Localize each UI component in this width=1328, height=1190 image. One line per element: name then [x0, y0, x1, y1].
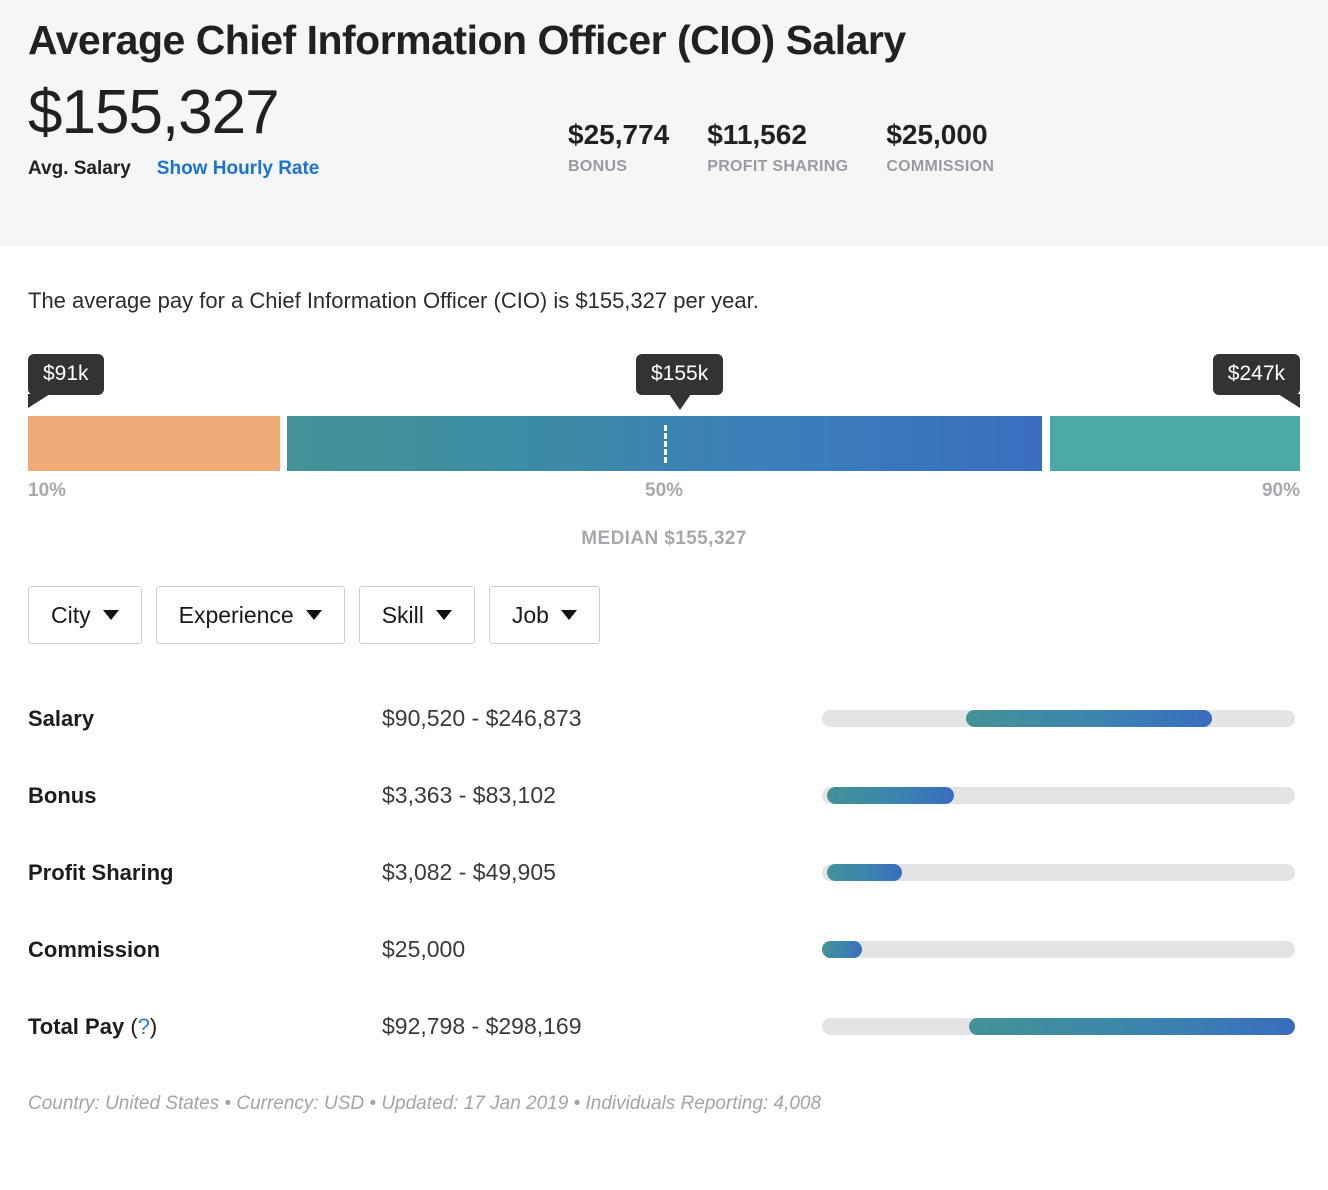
chevron-down-icon — [102, 610, 119, 620]
chevron-down-icon — [305, 610, 322, 620]
range-segment-low — [28, 416, 280, 471]
range-segment-high — [1050, 416, 1300, 471]
stat-bonus-value: $25,774 — [568, 119, 670, 150]
bar-track — [822, 1018, 1295, 1035]
table-row: Profit Sharing $3,082 - $49,905 — [28, 834, 1300, 911]
stat-bonus: $25,774 BONUS — [568, 118, 669, 176]
show-hourly-rate-link[interactable]: Show Hourly Rate — [157, 158, 320, 180]
row-value-commission: $25,000 — [382, 936, 466, 962]
row-label-total-pay-text: Total Pay — [28, 1013, 125, 1039]
median-marker — [664, 425, 667, 463]
bar-track — [822, 710, 1295, 727]
filter-city-label: City — [51, 601, 91, 628]
row-bar-profit-sharing — [822, 864, 1300, 881]
bar-fill — [822, 941, 863, 958]
filter-experience-button[interactable]: Experience — [155, 586, 345, 644]
chevron-down-icon — [560, 610, 577, 620]
bar-fill — [966, 710, 1213, 727]
tooltip-90th-percentile: $247k — [1212, 354, 1301, 408]
stat-commission-value: $25,000 — [886, 119, 988, 150]
main-content: The average pay for a Chief Information … — [0, 246, 1328, 1115]
bar-fill — [826, 787, 955, 804]
intro-text: The average pay for a Chief Information … — [28, 288, 759, 313]
page-title: Average Chief Information Officer (CIO) … — [28, 17, 906, 63]
median-caption: MEDIAN $155,327 — [581, 528, 747, 549]
compensation-breakdown-table: Salary $90,520 - $246,873 Bonus $3,363 -… — [28, 680, 1300, 1065]
row-bar-total-pay — [822, 1018, 1300, 1035]
footnote-meta: Country: United States • Currency: USD •… — [28, 1093, 822, 1114]
stat-commission-label: COMMISSION — [886, 158, 995, 175]
row-value-salary: $90,520 - $246,873 — [382, 705, 582, 731]
stat-profit-sharing-label: PROFIT SHARING — [707, 158, 849, 175]
row-label-commission: Commission — [28, 936, 161, 962]
filter-skill-button[interactable]: Skill — [358, 586, 475, 644]
row-bar-salary — [822, 710, 1300, 727]
row-value-bonus: $3,363 - $83,102 — [382, 782, 556, 808]
axis-label-10: 10% — [28, 480, 67, 501]
stat-profit-sharing: $11,562 PROFIT SHARING — [707, 118, 848, 176]
filter-job-label: Job — [511, 601, 549, 628]
range-tooltips: $91k $155k $247k — [28, 354, 1301, 412]
table-row: Bonus $3,363 - $83,102 — [28, 757, 1300, 834]
filter-city-button[interactable]: City — [28, 586, 142, 644]
bar-track — [822, 864, 1295, 881]
bar-track — [822, 787, 1295, 804]
header-stats-row: $25,774 BONUS $11,562 PROFIT SHARING $25… — [568, 118, 994, 180]
stat-profit-sharing-value: $11,562 — [707, 119, 807, 150]
stat-commission: $25,000 COMMISSION — [886, 118, 994, 176]
stat-bonus-label: BONUS — [568, 158, 628, 175]
row-bar-bonus — [822, 787, 1300, 804]
table-row: Total Pay (?) $92,798 - $298,169 — [28, 988, 1300, 1065]
average-salary-label: Avg. Salary — [28, 158, 131, 179]
row-value-profit-sharing: $3,082 - $49,905 — [382, 859, 556, 885]
percentile-axis: 10% 50% 90% — [28, 480, 1300, 510]
row-value-total-pay: $92,798 - $298,169 — [382, 1013, 582, 1039]
row-label-profit-sharing: Profit Sharing — [28, 859, 174, 885]
row-bar-commission — [822, 941, 1300, 958]
filter-button-group: City Experience Skill Job — [28, 586, 1300, 644]
total-pay-help-icon[interactable]: (?) — [130, 1014, 157, 1039]
tooltip-10th-percentile: $91k — [28, 354, 104, 408]
axis-label-90: 90% — [1261, 480, 1300, 501]
bar-fill — [968, 1018, 1295, 1035]
table-row: Commission $25,000 — [28, 911, 1300, 988]
filter-experience-label: Experience — [178, 601, 294, 628]
row-label-total-pay: Total Pay (?) — [28, 1014, 382, 1040]
chevron-down-icon — [435, 610, 452, 620]
average-salary-amount: $155,327 — [28, 78, 280, 147]
tooltip-median: $155k — [636, 354, 724, 410]
average-salary-subrow: Avg. Salary Show Hourly Rate — [28, 158, 568, 180]
axis-label-50: 50% — [645, 480, 684, 501]
average-salary-block: $155,327 Avg. Salary Show Hourly Rate — [28, 78, 568, 180]
bar-fill — [826, 864, 903, 881]
bar-track — [822, 941, 1295, 958]
filter-job-button[interactable]: Job — [488, 586, 600, 644]
percentile-range-chart: $91k $155k $247k 10% 50% 90% MEDIAN $155… — [28, 354, 1301, 554]
salary-header-band: Average Chief Information Officer (CIO) … — [0, 0, 1328, 246]
row-label-salary: Salary — [28, 705, 95, 731]
row-label-bonus: Bonus — [28, 782, 97, 808]
filter-skill-label: Skill — [381, 601, 424, 628]
header-body: $155,327 Avg. Salary Show Hourly Rate $2… — [28, 78, 1300, 180]
range-bar — [28, 416, 1300, 471]
table-row: Salary $90,520 - $246,873 — [28, 680, 1300, 757]
